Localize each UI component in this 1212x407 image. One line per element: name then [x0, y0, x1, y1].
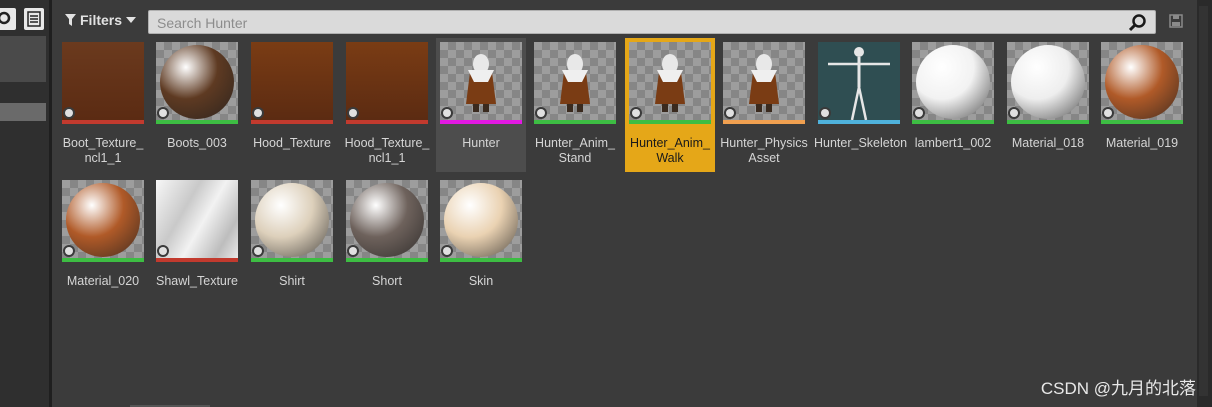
asset-type-bar — [1007, 120, 1089, 124]
asset-status-icon — [1007, 106, 1021, 120]
asset-label: lambert1_002 — [914, 136, 992, 150]
folder-tree-item[interactable] — [0, 36, 46, 82]
asset-type-bar — [629, 120, 711, 124]
asset-label: Material_018 — [1011, 136, 1085, 150]
asset-type-bar — [156, 120, 238, 124]
search-icon[interactable] — [1129, 14, 1147, 32]
asset-status-icon — [440, 106, 454, 120]
asset-tile[interactable]: Material_019 — [1097, 38, 1187, 172]
asset-type-bar — [346, 120, 428, 124]
filters-label: Filters — [80, 12, 123, 28]
asset-tile[interactable]: Boot_Texture_ ncl1_1 — [58, 38, 148, 172]
asset-type-bar — [251, 120, 333, 124]
asset-type-bar — [440, 120, 522, 124]
search-input[interactable] — [155, 13, 1119, 33]
asset-status-icon — [1101, 106, 1115, 120]
material-sphere — [160, 45, 234, 119]
asset-label: Hunter_Anim_ Stand — [535, 136, 615, 165]
asset-label: Shawl_Texture — [156, 274, 238, 288]
material-sphere — [916, 45, 990, 119]
asset-type-bar — [818, 120, 900, 124]
asset-label: Boots_003 — [167, 136, 227, 150]
material-sphere — [444, 183, 518, 257]
asset-status-icon — [62, 244, 76, 258]
asset-tile[interactable]: Hunter_Skeleton — [814, 38, 908, 172]
asset-status-icon — [251, 106, 265, 120]
asset-tile[interactable]: Shawl_Texture — [152, 176, 242, 310]
material-sphere — [255, 183, 329, 257]
asset-tile[interactable]: Material_020 — [58, 176, 148, 310]
asset-label: Hood_Texture — [253, 136, 331, 150]
asset-status-icon — [534, 106, 548, 120]
save-icon[interactable] — [1169, 14, 1183, 28]
asset-tile[interactable]: Hunter_Anim_ Walk — [625, 38, 715, 172]
view-options-button[interactable] — [24, 8, 44, 30]
asset-type-bar — [346, 258, 428, 262]
asset-status-icon — [912, 106, 926, 120]
asset-type-bar — [156, 258, 238, 262]
asset-tile[interactable]: Material_018 — [1003, 38, 1093, 172]
sources-panel — [0, 0, 52, 407]
asset-type-bar — [912, 120, 994, 124]
folder-tree-item-selected[interactable] — [0, 103, 46, 121]
asset-tile[interactable]: Skin — [436, 176, 526, 310]
asset-type-bar — [534, 120, 616, 124]
asset-label: Material_020 — [66, 274, 140, 288]
asset-status-icon — [62, 106, 76, 120]
asset-tile[interactable]: Hunter — [436, 38, 526, 172]
asset-tile[interactable]: Hood_Texture — [247, 38, 337, 172]
asset-tile[interactable]: Shirt — [247, 176, 337, 310]
asset-type-bar — [723, 120, 805, 124]
asset-tile[interactable]: Short — [342, 176, 432, 310]
asset-label: Boot_Texture_ ncl1_1 — [62, 136, 144, 165]
search-sources-button[interactable] — [0, 8, 16, 30]
asset-status-icon — [156, 106, 170, 120]
asset-type-bar — [62, 120, 144, 124]
asset-type-bar — [251, 258, 333, 262]
asset-label: Skin — [468, 274, 494, 288]
scrollbar[interactable] — [1199, 6, 1208, 396]
filters-dropdown[interactable]: Filters — [65, 12, 137, 28]
asset-status-icon — [251, 244, 265, 258]
asset-tile[interactable]: Hood_Texture_ ncl1_1 — [342, 38, 432, 172]
material-sphere — [350, 183, 424, 257]
material-sphere — [66, 183, 140, 257]
filter-icon — [65, 14, 76, 26]
chevron-down-icon — [126, 17, 137, 23]
asset-label: Material_019 — [1105, 136, 1179, 150]
asset-tile[interactable]: Hunter_Physics Asset — [719, 38, 809, 172]
asset-status-icon — [346, 106, 360, 120]
asset-label: Shirt — [279, 274, 305, 288]
asset-status-icon — [156, 244, 170, 258]
search-icon — [0, 11, 11, 25]
content-browser-toolbar: Filters — [55, 6, 1195, 36]
asset-tile[interactable]: lambert1_002 — [908, 38, 998, 172]
watermark: CSDN @九月的北落 — [1040, 379, 1196, 398]
asset-status-icon — [723, 106, 737, 120]
asset-tile[interactable]: Boots_003 — [152, 38, 242, 172]
asset-tile[interactable]: Hunter_Anim_ Stand — [530, 38, 620, 172]
asset-status-icon — [818, 106, 832, 120]
asset-type-bar — [62, 258, 144, 262]
material-sphere — [1011, 45, 1085, 119]
asset-label: Hunter_Skeleton — [814, 136, 908, 150]
asset-label: Short — [372, 274, 402, 288]
asset-status-icon — [440, 244, 454, 258]
asset-status-icon — [629, 106, 643, 120]
asset-status-icon — [346, 244, 360, 258]
asset-type-bar — [1101, 120, 1183, 124]
asset-type-bar — [440, 258, 522, 262]
asset-label: Hood_Texture_ ncl1_1 — [344, 136, 430, 165]
asset-label: Hunter_Physics Asset — [720, 136, 808, 165]
asset-label: Hunter — [462, 136, 500, 150]
material-sphere — [1105, 45, 1179, 119]
asset-label: Hunter_Anim_ Walk — [630, 136, 710, 165]
search-box — [148, 10, 1156, 34]
list-icon — [27, 11, 41, 27]
